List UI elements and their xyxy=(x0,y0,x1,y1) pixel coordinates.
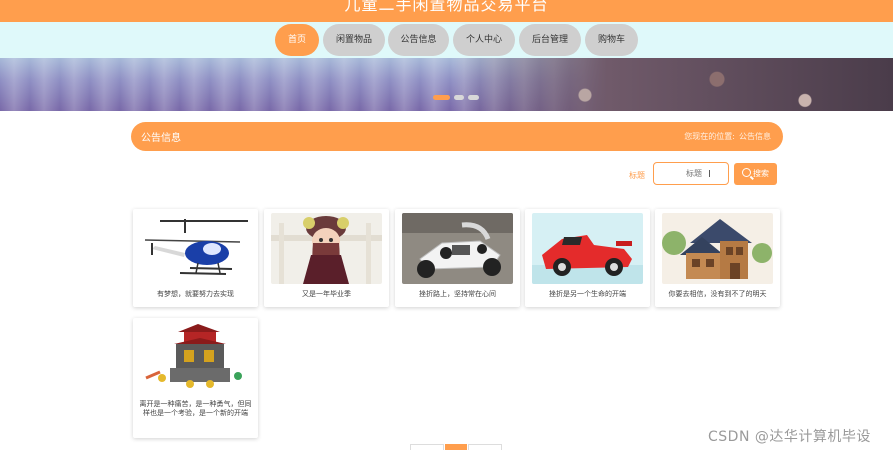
page: 儿童二手闲置物品交易平台 首页 闲置物品 公告信息 个人中心 后台管理 购物车 … xyxy=(0,0,893,450)
notice-card[interactable]: 挫折路上，坚持常在心间 xyxy=(395,209,520,307)
text-cursor-icon: I xyxy=(708,169,711,180)
main-nav: 首页 闲置物品 公告信息 个人中心 后台管理 购物车 xyxy=(0,22,893,58)
nav-item-personal-center[interactable]: 个人中心 xyxy=(453,24,515,56)
nav-item-cart[interactable]: 购物车 xyxy=(585,24,638,56)
search-button-label: 搜索 xyxy=(753,169,769,178)
notice-image-race-car xyxy=(532,213,643,284)
notice-caption[interactable]: 挫折路上，坚持常在心间 xyxy=(399,290,516,299)
csdn-watermark: CSDN @达华计算机毕设 xyxy=(708,429,871,445)
notice-caption[interactable]: 你要去相信，没有到不了的明天 xyxy=(659,290,776,299)
section-header: 公告信息 您现在的位置: 公告信息 xyxy=(131,122,783,151)
notice-card[interactable]: 离开是一种痛苦，是一种勇气，但同样也是一个考验，是一个新的开端 xyxy=(133,318,258,438)
breadcrumb-current[interactable]: 公告信息 xyxy=(739,132,771,141)
notice-card[interactable]: 挫折是另一个生命的开端 xyxy=(525,209,650,307)
search-label: 标题 xyxy=(629,171,645,180)
breadcrumb: 您现在的位置: 公告信息 xyxy=(680,131,771,142)
notice-image-kart xyxy=(402,213,513,284)
pagination-prev[interactable] xyxy=(410,444,444,450)
carousel-dot-2[interactable] xyxy=(454,95,464,100)
search-button[interactable]: 搜索 xyxy=(734,163,777,185)
search-input[interactable] xyxy=(653,162,729,185)
notice-image-wooden-house xyxy=(662,213,773,284)
carousel-dot-1[interactable] xyxy=(433,95,450,100)
banner-rocks-image xyxy=(453,58,893,111)
nav-item-announcements[interactable]: 公告信息 xyxy=(388,24,449,56)
nav-item-idle-items[interactable]: 闲置物品 xyxy=(323,24,385,56)
notice-card[interactable]: 又是一年毕业季 xyxy=(264,209,389,307)
pagination-next[interactable] xyxy=(468,444,502,450)
site-header: 儿童二手闲置物品交易平台 xyxy=(0,0,893,22)
pagination-page-current[interactable] xyxy=(445,444,467,450)
notice-image-doll xyxy=(271,213,382,284)
notice-caption[interactable]: 离开是一种痛苦，是一种勇气，但同样也是一个考验，是一个新的开端 xyxy=(137,400,254,418)
breadcrumb-prefix: 您现在的位置: xyxy=(684,132,735,141)
site-title: 儿童二手闲置物品交易平台 xyxy=(344,0,549,14)
carousel-dot-3[interactable] xyxy=(468,95,479,100)
section-title: 公告信息 xyxy=(141,133,181,144)
banner-carousel[interactable] xyxy=(0,58,893,111)
notice-image-helicopter xyxy=(140,213,251,284)
notice-card[interactable]: 你要去相信，没有到不了的明天 xyxy=(655,209,780,307)
search-icon xyxy=(742,168,751,177)
notice-caption[interactable]: 挫折是另一个生命的开端 xyxy=(529,290,646,299)
nav-item-admin[interactable]: 后台管理 xyxy=(519,24,581,56)
notice-caption[interactable]: 又是一年毕业季 xyxy=(268,290,385,299)
nav-item-home[interactable]: 首页 xyxy=(275,24,319,56)
notice-card[interactable]: 有梦想，就要努力去实现 xyxy=(133,209,258,307)
notice-image-lego-temple xyxy=(140,322,251,393)
notice-caption[interactable]: 有梦想，就要努力去实现 xyxy=(137,290,254,299)
